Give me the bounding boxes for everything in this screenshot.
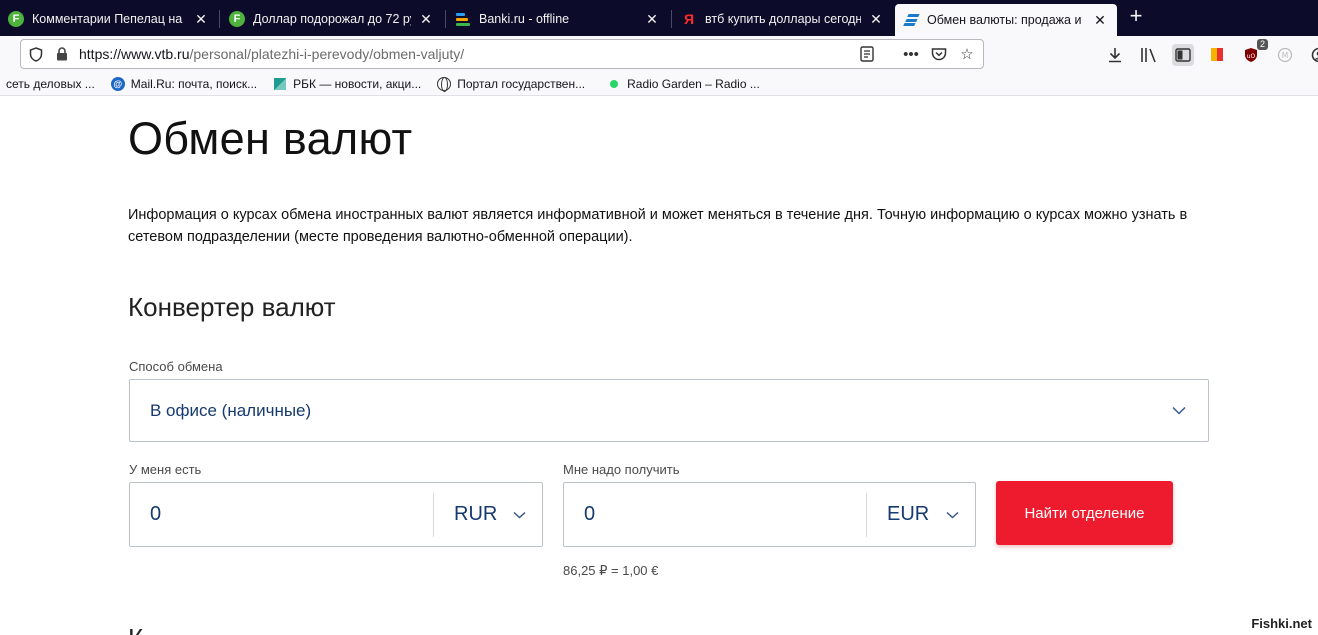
- reader-view-icon[interactable]: [857, 44, 877, 64]
- fishki-icon: F: [8, 11, 24, 27]
- tab-title: Доллар подорожал до 72 руб: [253, 12, 411, 26]
- have-currency-value: RUR: [454, 503, 498, 525]
- svg-text:uO: uO: [1247, 53, 1256, 60]
- bookmark-mailru[interactable]: @ Mail.Ru: почта, поиск...: [110, 76, 258, 91]
- exchange-method-value: В офисе (наличные): [150, 400, 312, 420]
- download-icon[interactable]: [1104, 44, 1126, 66]
- converter-title: Конвертер валют: [128, 292, 336, 322]
- url-host: https://www.vtb.ru: [79, 46, 190, 62]
- chevron-down-icon: [513, 511, 526, 519]
- new-tab-button[interactable]: +: [1124, 5, 1148, 29]
- close-icon[interactable]: ✕: [1091, 12, 1109, 29]
- navigation-bar: https://www.vtb.ru/personal/platezhi-i-p…: [0, 36, 1318, 72]
- fishki-icon: F: [229, 11, 245, 27]
- tab-title: Banki.ru - offline: [479, 12, 570, 26]
- url-bar[interactable]: https://www.vtb.ru/personal/platezhi-i-p…: [20, 39, 984, 69]
- bookmark-star-icon[interactable]: ☆: [957, 44, 977, 64]
- chevron-down-icon: [946, 511, 959, 519]
- bookmark-extension-icon[interactable]: [1206, 44, 1228, 66]
- tab-title: Комментарии Пепелац на Fish: [32, 12, 186, 26]
- bookmark-label: сеть деловых ...: [6, 76, 95, 91]
- exchange-rate-text: 86,25 ₽ = 1,00 €: [563, 563, 659, 578]
- close-icon[interactable]: ✕: [192, 11, 210, 28]
- bookmark-label: Mail.Ru: почта, поиск...: [130, 76, 258, 91]
- bookmarks-bar: сеть деловых ... @ Mail.Ru: почта, поиск…: [0, 72, 1318, 96]
- need-amount-group: 0 EUR: [563, 482, 976, 547]
- vtb-icon: [903, 12, 920, 28]
- have-label: У меня есть: [129, 462, 202, 477]
- tab-strip: F Комментарии Пепелац на Fish ✕ F Доллар…: [0, 0, 1318, 36]
- tab-vtb-exchange[interactable]: Обмен валюты: продажа и по ✕: [895, 4, 1117, 36]
- exchange-method-select[interactable]: В офисе (наличные): [129, 379, 1209, 442]
- banki-icon: [455, 11, 471, 27]
- url-path: /personal/platezhi-i-perevody/obmen-valj…: [189, 46, 465, 62]
- url-text[interactable]: https://www.vtb.ru/personal/platezhi-i-p…: [79, 46, 857, 62]
- have-amount-group: 0 RUR: [129, 482, 543, 547]
- shield-icon[interactable]: [25, 43, 47, 65]
- extension-m-icon[interactable]: M: [1274, 44, 1296, 66]
- close-icon[interactable]: ✕: [417, 11, 435, 28]
- need-amount-input[interactable]: 0: [584, 503, 866, 526]
- info-text: Информация о курсах обмена иностранных в…: [128, 207, 1188, 245]
- need-currency-select[interactable]: EUR: [867, 503, 975, 526]
- rbc-icon: [273, 77, 287, 91]
- bookmark-label: Radio Garden – Radio ...: [627, 76, 760, 91]
- tab-banki[interactable]: Banki.ru - offline ✕: [447, 4, 669, 34]
- tab-separator: [671, 10, 672, 28]
- have-amount-input[interactable]: 0: [150, 503, 433, 526]
- pocket-icon[interactable]: [929, 44, 949, 64]
- lock-icon[interactable]: [51, 43, 73, 65]
- bookmark-business-network[interactable]: сеть деловых ...: [6, 77, 95, 91]
- yandex-icon: Я: [683, 11, 695, 27]
- page-title: Обмен валют: [128, 113, 413, 164]
- ublock-icon[interactable]: uO 2: [1240, 39, 1268, 66]
- account-icon[interactable]: [1308, 44, 1318, 66]
- close-icon[interactable]: ✕: [643, 11, 661, 28]
- bookmark-gosuslugi[interactable]: Портал государствен...: [437, 76, 586, 92]
- find-branch-button[interactable]: Найти отделение: [996, 481, 1173, 545]
- next-section-title: К: [128, 625, 143, 635]
- library-icon[interactable]: [1138, 44, 1160, 66]
- tab-yandex-search[interactable]: Я втб купить доллары сегодня - ✕: [673, 4, 893, 34]
- bookmark-label: РБК — новости, акци...: [293, 76, 422, 91]
- tab-separator: [445, 10, 446, 28]
- bookmark-label: Портал государствен...: [457, 76, 586, 91]
- svg-text:M: M: [1282, 51, 1288, 60]
- more-actions-icon[interactable]: •••: [901, 44, 921, 64]
- need-label: Мне надо получить: [563, 462, 680, 477]
- page-content: Обмен валют Информация о курсах обмена и…: [0, 97, 1318, 635]
- exchange-method-label: Способ обмена: [129, 359, 223, 374]
- watermark: Fishki.net: [1251, 616, 1312, 631]
- chevron-down-icon: [1172, 404, 1186, 418]
- globe-icon: [437, 76, 452, 92]
- tab-fishki-comments[interactable]: F Комментарии Пепелац на Fish ✕: [0, 4, 218, 34]
- tab-fishki-dollar[interactable]: F Доллар подорожал до 72 руб ✕: [221, 4, 443, 34]
- radio-garden-icon: [607, 77, 621, 91]
- tab-title: Обмен валюты: продажа и по: [927, 13, 1085, 27]
- tab-title: втб купить доллары сегодня -: [705, 12, 861, 26]
- have-currency-select[interactable]: RUR: [434, 503, 542, 526]
- bookmark-radio-garden[interactable]: Radio Garden – Radio ...: [607, 77, 760, 91]
- need-currency-value: EUR: [887, 503, 930, 525]
- close-icon[interactable]: ✕: [867, 11, 885, 28]
- bookmark-rbc[interactable]: РБК — новости, акци...: [273, 77, 421, 91]
- extension-badge: 2: [1256, 39, 1268, 50]
- mailru-icon: @: [110, 76, 125, 91]
- sidebar-icon[interactable]: [1172, 44, 1194, 66]
- tab-separator: [219, 10, 220, 28]
